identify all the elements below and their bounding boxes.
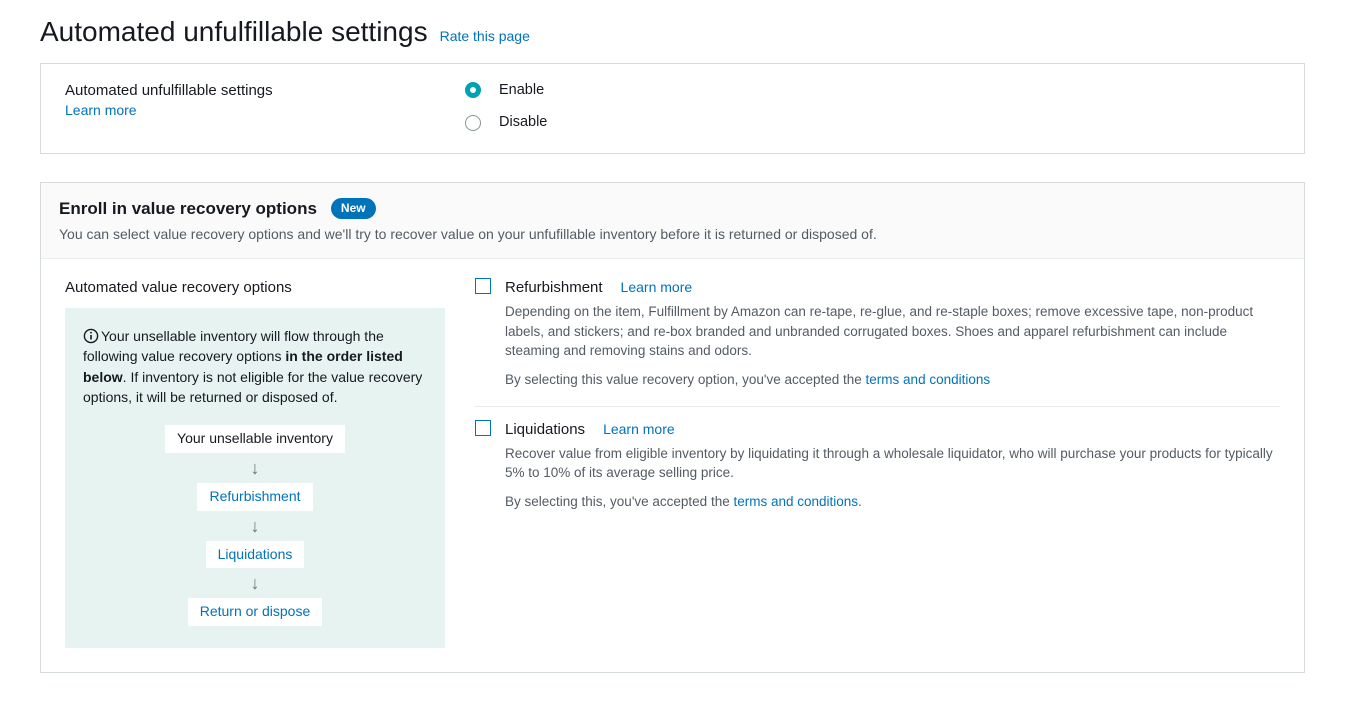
refurbishment-learn-more-link[interactable]: Learn more [621,278,693,298]
info-text-post: . If inventory is not eligible for the v… [83,369,422,405]
page-title: Automated unfulfillable settings [40,12,428,51]
liquidations-period: . [858,494,862,509]
arrow-down-icon: ↓ [251,574,260,592]
option-liquidations: Liquidations Learn more Recover value fr… [475,419,1280,528]
flow-diagram: Your unsellable inventory ↓ Refurbishmen… [83,425,427,625]
liquidations-accept-pre: By selecting this, you've accepted the [505,494,733,509]
flow-node-refurbishment[interactable]: Refurbishment [197,483,312,511]
info-box: Your unsellable inventory will flow thro… [65,308,445,648]
refurbishment-accept-pre: By selecting this value recovery option,… [505,372,866,387]
radio-disable-label: Disable [499,112,547,132]
enroll-title: Enroll in value recovery options [59,197,317,221]
refurbishment-title: Refurbishment [505,277,603,298]
rate-this-page-link[interactable]: Rate this page [440,27,530,47]
info-icon [83,328,99,344]
refurbishment-accept: By selecting this value recovery option,… [505,371,1280,390]
settings-radio-group: Enable Disable [465,80,547,133]
liquidations-desc: Recover value from eligible inventory by… [505,444,1280,483]
settings-learn-more-link[interactable]: Learn more [65,101,465,121]
arrow-down-icon: ↓ [251,517,260,535]
liquidations-checkbox[interactable] [475,420,491,436]
radio-enable-label: Enable [499,80,544,100]
liquidations-accept: By selecting this, you've accepted the t… [505,493,1280,512]
radio-icon-unchecked [465,115,481,131]
flow-node-start: Your unsellable inventory [165,425,345,453]
settings-label: Automated unfulfillable settings [65,80,465,101]
radio-icon-checked [465,82,481,98]
enroll-value-recovery-panel: Enroll in value recovery options New You… [40,182,1305,673]
option-refurbishment: Refurbishment Learn more Depending on th… [475,277,1280,407]
liquidations-terms-link[interactable]: terms and conditions [733,494,858,509]
automated-value-recovery-heading: Automated value recovery options [65,277,445,298]
liquidations-learn-more-link[interactable]: Learn more [603,420,675,440]
flow-node-return-dispose[interactable]: Return or dispose [188,598,323,626]
new-badge: New [331,198,376,219]
flow-node-liquidations[interactable]: Liquidations [206,541,305,569]
refurbishment-checkbox[interactable] [475,278,491,294]
refurbishment-desc: Depending on the item, Fulfillment by Am… [505,302,1280,361]
refurbishment-terms-link[interactable]: terms and conditions [866,372,991,387]
info-text: Your unsellable inventory will flow thro… [83,326,427,407]
enroll-subtitle: You can select value recovery options an… [59,225,1286,245]
automated-unfulfillable-settings-panel: Automated unfulfillable settings Learn m… [40,63,1305,154]
radio-enable[interactable]: Enable [465,80,547,100]
radio-disable[interactable]: Disable [465,112,547,132]
arrow-down-icon: ↓ [251,459,260,477]
liquidations-title: Liquidations [505,419,585,440]
